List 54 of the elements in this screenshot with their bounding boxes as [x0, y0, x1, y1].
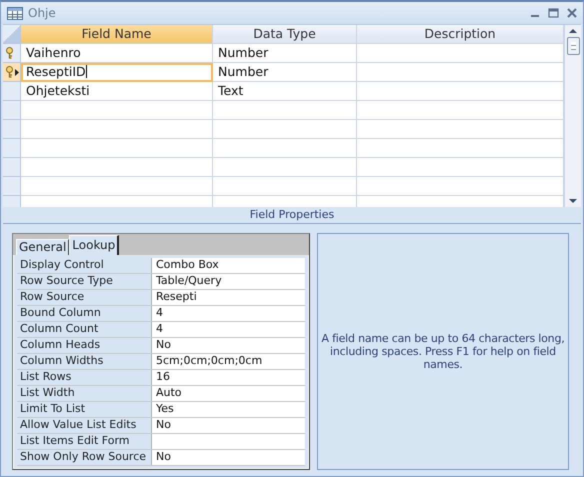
row-selector[interactable]	[3, 63, 21, 82]
scroll-thumb[interactable]	[566, 37, 580, 55]
property-value-field[interactable]: No	[152, 418, 305, 433]
description-cell[interactable]	[357, 63, 564, 82]
key-icon	[5, 66, 14, 78]
property-value-field[interactable]: Yes	[152, 402, 305, 417]
data-type-cell[interactable]	[213, 158, 357, 177]
property-value-field[interactable]: No	[152, 450, 305, 465]
property-value-field[interactable]	[152, 434, 305, 449]
table-icon	[7, 6, 23, 20]
field-name-cell[interactable]: ReseptiID	[21, 63, 213, 82]
property-value-field[interactable]: 4	[152, 306, 305, 321]
data-type-cell[interactable]	[213, 120, 357, 139]
vertical-scrollbar[interactable]	[564, 25, 581, 207]
description-cell[interactable]	[357, 177, 564, 196]
property-value-field[interactable]: No	[152, 338, 305, 353]
property-value-field[interactable]: Auto	[152, 386, 305, 401]
description-cell[interactable]	[357, 139, 564, 158]
tab[interactable]: Lookup	[69, 235, 120, 255]
property-value-field[interactable]: 5cm;0cm;0cm;0cm	[152, 354, 305, 369]
help-text: A field name can be up to 64 characters long, including spaces. Press F1 for help on field names.	[320, 332, 566, 371]
data-type-cell[interactable]: Number	[213, 63, 357, 82]
column-header[interactable]: Description	[357, 25, 564, 44]
property-value-field[interactable]: Resepti	[152, 290, 305, 305]
tab[interactable]: General	[16, 239, 70, 255]
property-value-field[interactable]: Combo Box	[152, 258, 305, 273]
property-value-field[interactable]: 4	[152, 322, 305, 337]
key-icon	[5, 47, 14, 59]
description-cell[interactable]	[357, 158, 564, 177]
window-title: Ohje	[28, 6, 56, 20]
column-header[interactable]: Data Type	[213, 25, 357, 44]
data-type-cell[interactable]	[213, 101, 357, 120]
maximize-icon[interactable]	[548, 8, 559, 18]
field-name-cell[interactable]	[21, 120, 213, 139]
description-cell[interactable]	[357, 82, 564, 101]
data-type-cell[interactable]: Text	[213, 82, 357, 101]
description-cell[interactable]	[357, 44, 564, 63]
close-icon[interactable]	[567, 8, 577, 18]
field-name-cell[interactable]	[21, 139, 213, 158]
column-header[interactable]: Field Name	[21, 25, 213, 44]
data-type-cell[interactable]	[213, 177, 357, 196]
current-row-icon	[15, 68, 19, 76]
description-cell[interactable]	[357, 120, 564, 139]
field-name-cell[interactable]: Vaihenro	[21, 44, 213, 63]
field-name-cell[interactable]	[21, 158, 213, 177]
section-title: Field Properties	[3, 207, 581, 224]
property-value-field[interactable]: 16	[152, 370, 305, 385]
description-cell[interactable]	[357, 101, 564, 120]
property-value-field[interactable]: Table/Query	[152, 274, 305, 289]
field-name-cell[interactable]	[21, 101, 213, 120]
field-name-cell[interactable]: Ohjeteksti	[21, 82, 213, 101]
data-type-cell[interactable]	[213, 139, 357, 158]
field-name-cell[interactable]	[21, 177, 213, 196]
data-type-cell[interactable]: Number	[213, 44, 357, 63]
